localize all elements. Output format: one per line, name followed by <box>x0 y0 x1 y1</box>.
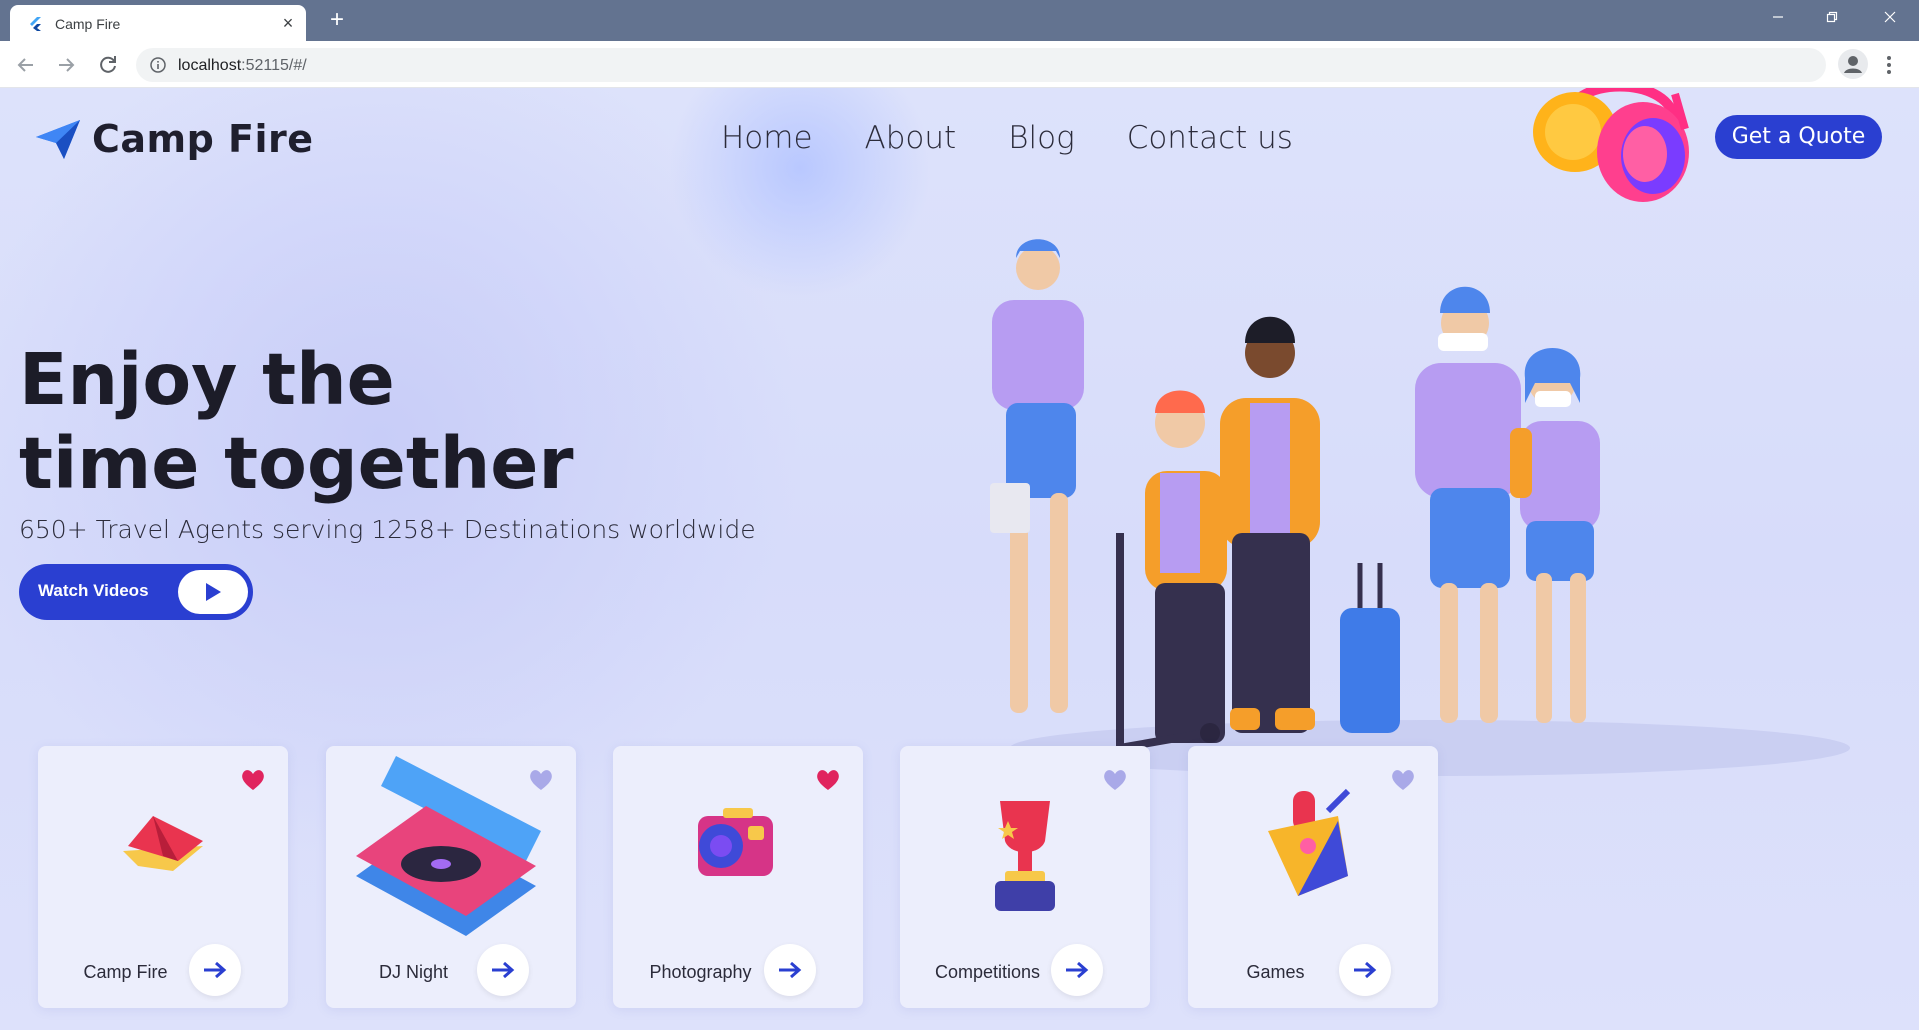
window-close-button[interactable] <box>1870 4 1910 34</box>
card-competitions[interactable]: Competitions <box>900 746 1150 1008</box>
minimize-icon <box>1773 16 1783 18</box>
hero-title-line2: time together <box>19 422 574 505</box>
restore-icon <box>1826 11 1838 23</box>
window-restore-button[interactable] <box>1812 4 1852 34</box>
kebab-menu-icon[interactable] <box>1886 53 1892 77</box>
traveler-1 <box>990 239 1084 713</box>
card-arrow-button[interactable] <box>477 944 529 996</box>
browser-toolbar: localhost:52115/#/ <box>0 41 1919 88</box>
heart-filled-icon[interactable] <box>815 768 841 792</box>
paper-plane-icon <box>36 120 80 159</box>
nav-about[interactable]: About <box>865 120 957 156</box>
card-camp-fire[interactable]: Camp Fire <box>38 746 288 1008</box>
url-path: :52115/#/ <box>241 57 307 74</box>
arrow-right-icon <box>204 961 227 979</box>
card-arrow-button[interactable] <box>1051 944 1103 996</box>
nav-contact[interactable]: Contact us <box>1127 120 1293 156</box>
arrow-right-icon <box>779 961 802 979</box>
card-games[interactable]: Games <box>1188 746 1438 1008</box>
card-label: Games <box>1246 962 1305 982</box>
play-button[interactable] <box>178 570 248 614</box>
back-arrow-icon[interactable] <box>14 53 38 77</box>
arrow-right-icon <box>1066 961 1089 979</box>
headphones-illustration <box>1533 88 1689 202</box>
card-photography[interactable]: Photography <box>613 746 863 1008</box>
address-bar[interactable]: localhost:52115/#/ <box>136 48 1826 82</box>
nav-blog[interactable]: Blog <box>1008 120 1074 156</box>
play-icon <box>206 583 221 601</box>
new-tab-button[interactable]: + <box>325 8 349 32</box>
browser-tab-bar: Camp Fire × + <box>0 0 1919 41</box>
person-icon <box>1844 56 1862 73</box>
watch-videos-label: Watch Videos <box>38 581 149 600</box>
info-icon[interactable] <box>150 57 166 73</box>
flutter-icon <box>30 17 41 31</box>
hero-title-line1: Enjoy the <box>19 338 395 421</box>
hero-subtitle: 650+ Travel Agents serving 1258+ Destina… <box>19 515 756 544</box>
traveler-5 <box>1510 348 1600 723</box>
travelers-group-illustration <box>990 239 1850 776</box>
forward-arrow-icon[interactable] <box>54 53 78 77</box>
heart-outline-icon[interactable] <box>528 768 554 792</box>
arrow-right-icon <box>492 961 515 979</box>
tab-close-button[interactable]: × <box>278 13 298 33</box>
card-dj-night[interactable]: DJ Night <box>326 746 576 1008</box>
arrow-right-icon <box>1354 961 1377 979</box>
heart-outline-icon[interactable] <box>1102 768 1128 792</box>
suitcase <box>1340 563 1400 733</box>
nav-home[interactable]: Home <box>721 120 813 156</box>
heart-filled-icon[interactable] <box>240 768 266 792</box>
close-icon <box>1884 11 1896 23</box>
brand-logo[interactable]: Camp Fire <box>34 114 314 164</box>
reload-icon[interactable] <box>96 53 120 77</box>
card-label: DJ Night <box>378 962 449 982</box>
tab-title: Camp Fire <box>55 16 121 32</box>
card-arrow-button[interactable] <box>1339 944 1391 996</box>
card-label: Camp Fire <box>83 962 168 982</box>
card-arrow-button[interactable] <box>189 944 241 996</box>
traveler-2 <box>1103 390 1227 770</box>
url-host: localhost <box>178 57 242 74</box>
url-text: localhost:52115/#/ <box>178 57 307 75</box>
card-label: Competitions <box>934 962 1041 982</box>
brand-name: Camp Fire <box>92 117 314 161</box>
hero-title: Enjoy the time together <box>19 338 573 506</box>
watch-videos-button[interactable]: Watch Videos <box>19 564 253 620</box>
window-minimize-button[interactable] <box>1758 4 1798 34</box>
main-nav: Home About Blog Contact us <box>721 120 1345 156</box>
get-quote-button[interactable]: Get a Quote <box>1715 115 1882 159</box>
card-arrow-button[interactable] <box>764 944 816 996</box>
profile-avatar[interactable] <box>1838 49 1868 79</box>
traveler-3 <box>1220 316 1320 733</box>
page-content: Camp Fire Home About Blog Contact us Get… <box>0 88 1919 1030</box>
card-label: Photography <box>649 962 752 982</box>
browser-tab[interactable]: Camp Fire × <box>10 5 306 41</box>
heart-outline-icon[interactable] <box>1390 768 1416 792</box>
traveler-4 <box>1415 286 1521 723</box>
